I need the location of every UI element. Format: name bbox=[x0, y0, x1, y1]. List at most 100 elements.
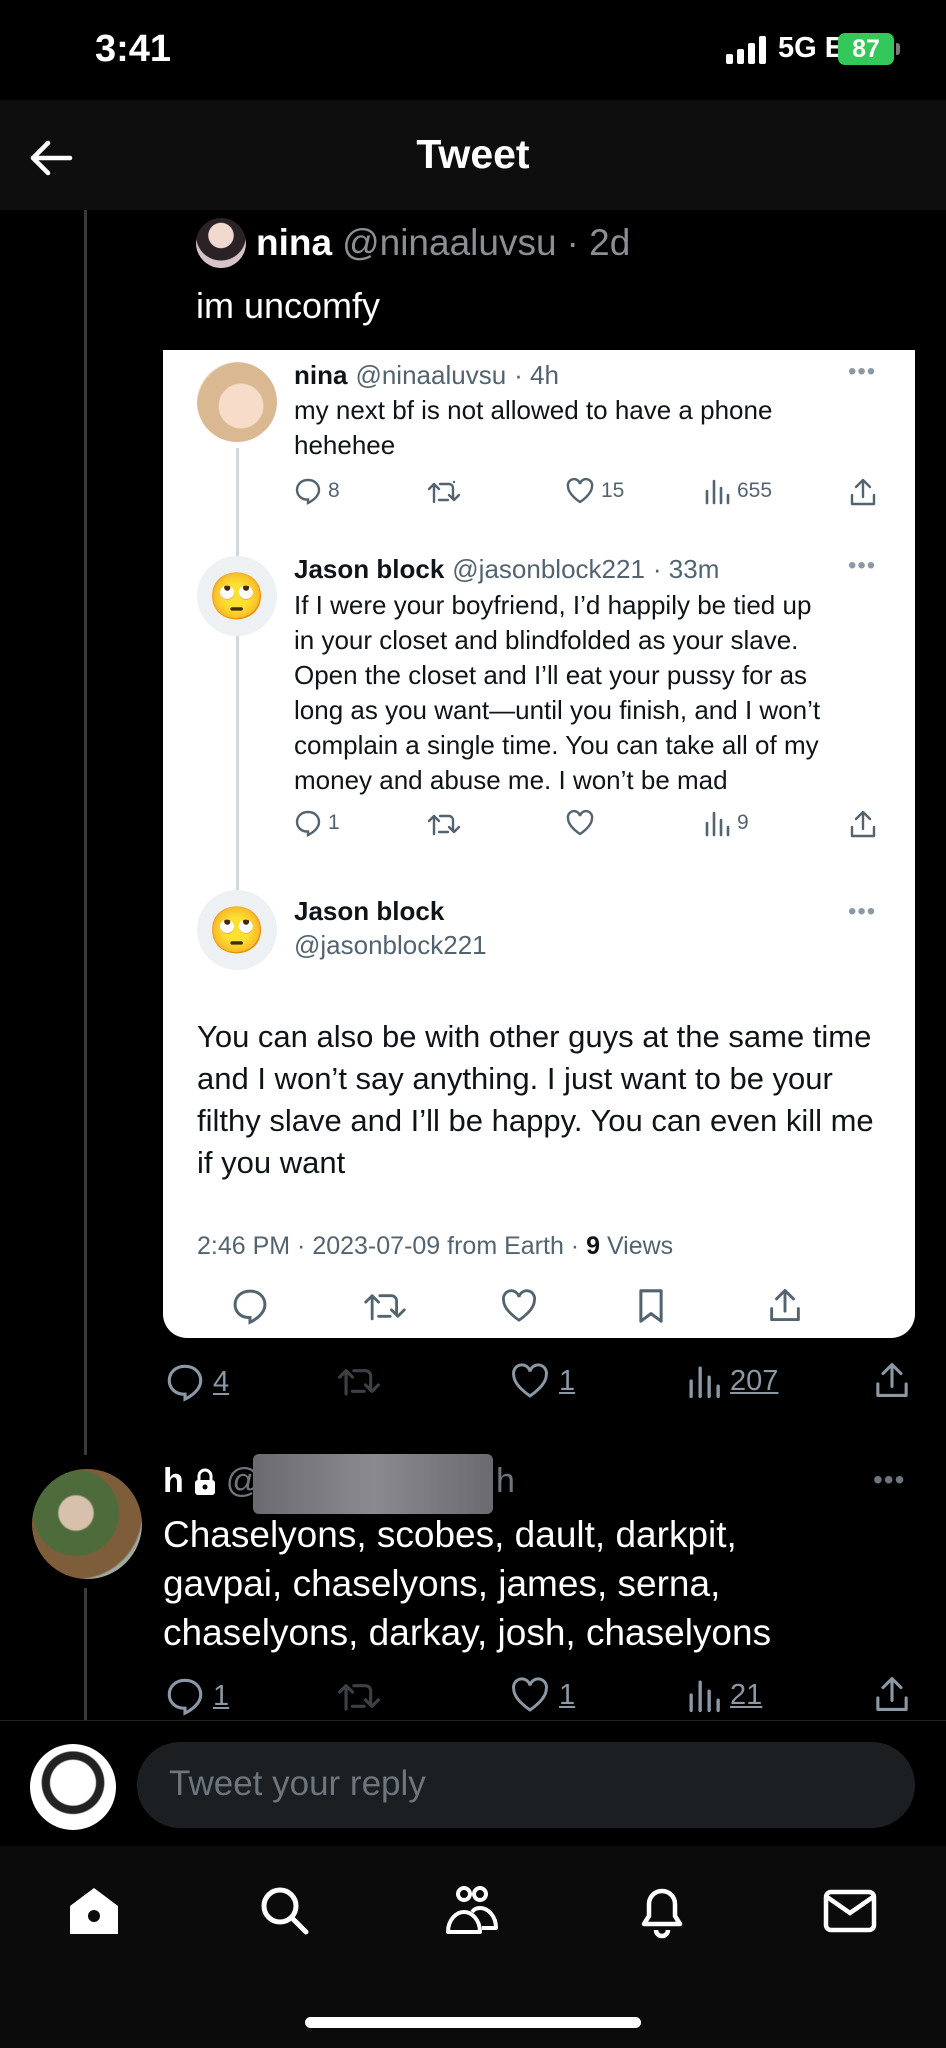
tweet-line: chaselyons, darkay, josh, chaselyons bbox=[163, 1612, 772, 1653]
like-button[interactable]: 15 bbox=[565, 477, 624, 505]
reply-button[interactable]: 8 bbox=[294, 477, 340, 505]
views-label: Views bbox=[606, 1232, 674, 1260]
like-icon bbox=[512, 1677, 548, 1712]
views-icon bbox=[689, 1680, 720, 1713]
tweet-header: Jason block @jasonblock221 · 33m bbox=[294, 554, 719, 585]
timestamp: 2:46 PM · 2023-07-09 from Earth · bbox=[197, 1232, 580, 1260]
tweet-line: gavpai, chaselyons, james, serna, bbox=[163, 1563, 721, 1604]
tweet-age: h bbox=[496, 1462, 515, 1500]
screenshot-card[interactable]: nina @ninaaluvsu · 4h ••• my next bf is … bbox=[163, 350, 915, 1338]
reply-icon bbox=[295, 478, 321, 505]
avatar[interactable] bbox=[32, 1469, 142, 1579]
tweet-age: · 33m bbox=[652, 554, 720, 584]
like-count: 15 bbox=[601, 479, 625, 502]
reply-button[interactable]: 1 bbox=[294, 809, 340, 837]
tweet-line: and I won’t say anything. I just want to… bbox=[197, 1061, 833, 1096]
like-icon[interactable] bbox=[499, 1288, 539, 1324]
home-icon[interactable] bbox=[64, 1880, 124, 1940]
avatar[interactable] bbox=[197, 362, 277, 442]
reply-input[interactable]: Tweet your reply bbox=[137, 1742, 915, 1828]
thread-connector bbox=[236, 448, 239, 898]
views-button[interactable]: 21 bbox=[686, 1676, 762, 1714]
reply-icon[interactable] bbox=[231, 1287, 269, 1325]
share-icon[interactable] bbox=[874, 1674, 910, 1714]
battery-indicator: 87 bbox=[838, 33, 900, 65]
bookmark-icon[interactable] bbox=[635, 1287, 667, 1325]
thread-line bbox=[84, 210, 87, 1455]
page-title: Tweet bbox=[416, 131, 530, 177]
reply-count: 1 bbox=[213, 1679, 230, 1712]
reply-count: 8 bbox=[328, 479, 340, 502]
more-icon[interactable]: ••• bbox=[848, 552, 876, 580]
more-icon[interactable]: ••• bbox=[873, 1464, 905, 1496]
lock-icon bbox=[194, 1468, 215, 1495]
more-icon[interactable]: ••• bbox=[848, 898, 876, 926]
bell-icon[interactable] bbox=[632, 1880, 692, 1940]
mail-icon[interactable] bbox=[820, 1880, 880, 1940]
author-name: Jason block bbox=[294, 554, 445, 584]
share-icon[interactable] bbox=[849, 809, 877, 839]
quoted-tweet-header[interactable]: nina @ninaaluvsu · 2d bbox=[196, 218, 630, 268]
tweet-text: my next bf is not allowed to have a phon… bbox=[294, 393, 772, 463]
avatar[interactable]: 🙄 bbox=[197, 556, 277, 636]
tweet-line: filthy slave and I’ll be happy. You can … bbox=[197, 1103, 874, 1138]
quoted-tweet-age: · 2d bbox=[566, 222, 631, 263]
author-name: Jason block bbox=[294, 896, 445, 926]
reply-tweet-text: Chaselyons, scobes, dault, darkpit, gavp… bbox=[163, 1510, 883, 1657]
author-name: nina bbox=[294, 360, 348, 390]
retweet-icon[interactable] bbox=[337, 1677, 381, 1715]
retweet-icon[interactable] bbox=[427, 478, 461, 506]
quoted-tweet-text: im uncomfy bbox=[196, 285, 381, 326]
retweet-icon[interactable] bbox=[337, 1362, 381, 1400]
reply-button[interactable]: 1 bbox=[165, 1676, 229, 1716]
tweet-text: If I were your boyfriend, I’d happily be… bbox=[294, 588, 820, 798]
like-button[interactable]: 1 bbox=[509, 1362, 575, 1400]
share-icon[interactable] bbox=[768, 1286, 802, 1324]
redacted-handle bbox=[253, 1454, 493, 1514]
tweet-line: long as you want—until you finish, and I… bbox=[294, 695, 821, 725]
retweet-icon[interactable] bbox=[363, 1288, 407, 1324]
avatar[interactable]: 🙄 bbox=[197, 890, 277, 970]
reply-count: 1 bbox=[328, 811, 340, 834]
views-button[interactable]: 207 bbox=[686, 1362, 778, 1400]
communities-icon[interactable] bbox=[442, 1880, 502, 1940]
views-button[interactable]: 9 bbox=[703, 809, 749, 837]
author-handle: @jasonblock221 bbox=[294, 930, 487, 960]
like-button[interactable]: 1 bbox=[509, 1676, 575, 1714]
tweet-age: · 4h bbox=[514, 360, 559, 390]
reply-button[interactable]: 4 bbox=[165, 1362, 229, 1402]
more-icon[interactable]: ••• bbox=[848, 358, 876, 386]
reply-placeholder: Tweet your reply bbox=[169, 1764, 426, 1803]
share-icon[interactable] bbox=[874, 1360, 910, 1400]
view-count: 21 bbox=[730, 1678, 763, 1711]
views-button[interactable]: 655 bbox=[703, 477, 772, 505]
home-indicator bbox=[305, 2017, 641, 2028]
tweet-line: Open the closet and I’ll eat your pussy … bbox=[294, 660, 808, 690]
quoted-author-name: nina bbox=[256, 222, 333, 263]
status-time: 3:41 bbox=[95, 28, 172, 70]
like-icon bbox=[566, 477, 594, 504]
retweet-icon[interactable] bbox=[427, 810, 461, 838]
views-icon bbox=[705, 811, 730, 837]
reply-icon bbox=[295, 810, 321, 837]
signal-icon bbox=[726, 36, 766, 64]
view-count: 207 bbox=[730, 1364, 779, 1397]
share-icon[interactable] bbox=[849, 477, 877, 507]
tweet-line: in your closet and blindfolded as your s… bbox=[294, 625, 799, 655]
like-icon[interactable] bbox=[565, 809, 595, 837]
tweet-line: if you want bbox=[197, 1145, 346, 1180]
avatar[interactable] bbox=[30, 1744, 116, 1830]
avatar[interactable] bbox=[196, 218, 246, 268]
thread-line bbox=[84, 1588, 87, 1720]
view-count: 9 bbox=[586, 1232, 600, 1260]
like-count: 1 bbox=[559, 1364, 576, 1397]
search-icon[interactable] bbox=[254, 1880, 314, 1940]
tweet-text: You can also be with other guys at the s… bbox=[197, 1016, 874, 1184]
tweet-line: Chaselyons, scobes, dault, darkpit, bbox=[163, 1514, 737, 1555]
tweet-line: If I were your boyfriend, I’d happily be… bbox=[294, 590, 812, 620]
tweet-line: my next bf is not allowed to have a phon… bbox=[294, 395, 773, 425]
reply-count: 4 bbox=[213, 1365, 230, 1398]
quoted-author-handle: @ninaaluvsu bbox=[342, 222, 557, 263]
like-count: 1 bbox=[559, 1678, 576, 1711]
tweet-line: hehehee bbox=[294, 430, 396, 460]
